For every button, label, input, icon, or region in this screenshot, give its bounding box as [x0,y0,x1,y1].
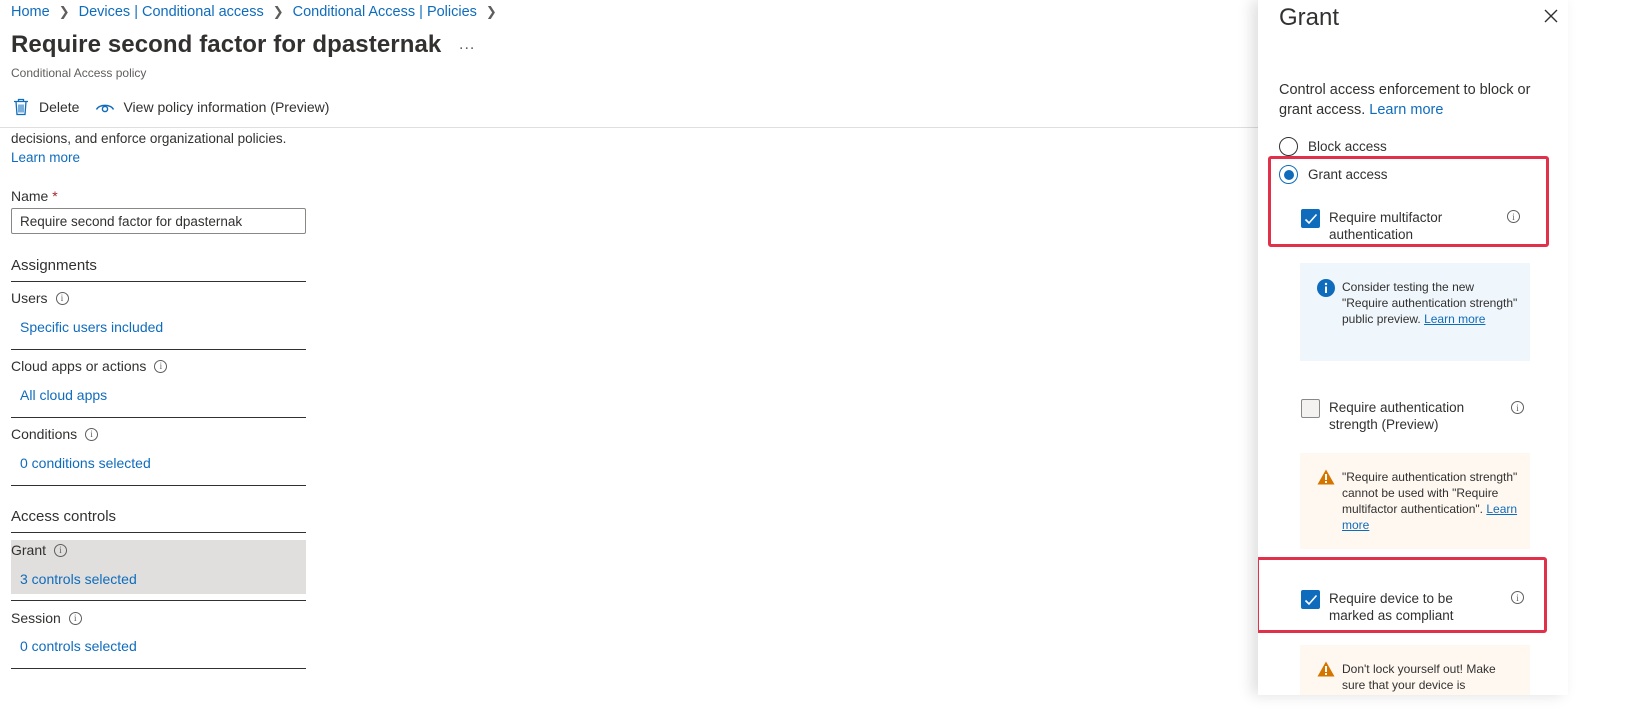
session-label: Session i [11,610,82,626]
delete-label: Delete [39,99,80,115]
auth-strength-warning-message: "Require authentication strength" cannot… [1300,453,1530,549]
cloud-apps-value-link[interactable]: All cloud apps [20,387,107,403]
command-bar: Delete View policy information (Preview) [11,97,345,117]
page-title: Require second factor for dpasternak [11,31,442,58]
conditions-label-text: Conditions [11,426,78,442]
conditions-label: Conditions i [11,426,99,442]
users-label-text: Users [11,290,48,306]
session-divider [11,668,306,669]
info-icon[interactable]: i [55,291,69,305]
cloud-apps-divider [11,417,306,418]
info-icon[interactable]: i [54,543,68,557]
eye-icon [95,97,115,117]
name-label-text: Name [11,188,49,204]
grant-panel-description: Control access enforcement to block or g… [1279,81,1549,120]
toolbar-divider [0,127,1258,128]
grant-learn-more-link[interactable]: Learn more [1369,102,1443,118]
conditions-value-link[interactable]: 0 conditions selected [20,455,151,471]
info-icon[interactable]: i [1511,401,1524,414]
name-field-label: Name * [11,188,58,204]
page-subtitle: Conditional Access policy [11,66,147,80]
grant-value-link[interactable]: 3 controls selected [20,571,137,587]
chevron-right-icon: ❯ [272,4,284,19]
warning-icon [1317,469,1335,487]
users-divider [11,349,306,350]
breadcrumb-conditional-access-policies[interactable]: Conditional Access | Policies [293,4,477,20]
grant-panel-title: Grant [1279,4,1340,31]
grant-label: Grant i [11,542,68,558]
auth-strength-info-message: Consider testing the new "Require authen… [1300,263,1530,361]
info-icon[interactable]: i [68,611,82,625]
info-filled-icon [1317,279,1335,297]
require-auth-strength-label: Require authentication strength (Preview… [1329,400,1465,432]
required-marker: * [52,188,58,204]
access-controls-heading: Access controls [11,508,117,525]
session-value-link[interactable]: 0 controls selected [20,638,137,654]
cloud-apps-label-text: Cloud apps or actions [11,358,147,374]
grant-divider [11,600,306,601]
delete-button[interactable]: Delete [11,97,79,117]
intro-text: decisions, and enforce organizational po… [11,131,287,146]
breadcrumb-home[interactable]: Home [11,4,50,20]
view-policy-info-label: View policy information (Preview) [123,99,330,115]
trash-icon [11,97,31,117]
more-options-button[interactable]: ... [459,36,475,54]
info-icon[interactable]: i [154,359,168,373]
require-auth-strength-option[interactable]: Require authentication strength (Preview… [1301,399,1499,433]
block-access-radio[interactable]: Block access [1279,137,1387,156]
info-icon[interactable]: i [85,427,99,441]
access-controls-divider [11,532,306,533]
conditions-divider [11,485,306,486]
block-access-label: Block access [1308,139,1387,154]
require-auth-strength-checkbox[interactable] [1301,399,1320,418]
highlight-box-mfa [1268,156,1549,247]
session-label-text: Session [11,610,61,626]
cloud-apps-label: Cloud apps or actions i [11,358,168,374]
grant-panel: Grant Control access enforcement to bloc… [1258,0,1568,695]
policy-name-input[interactable] [11,208,306,234]
view-policy-info-button[interactable]: View policy information (Preview) [95,97,329,117]
warning-icon [1317,661,1335,679]
assignments-divider [11,281,306,282]
breadcrumb-devices-conditional-access[interactable]: Devices | Conditional access [79,4,264,20]
grant-label-text: Grant [11,542,47,558]
chevron-right-icon: ❯ [485,4,497,19]
close-icon[interactable] [1543,8,1561,26]
lockout-warning-message: Don't lock yourself out! Make sure that … [1300,645,1530,695]
chevron-right-icon: ❯ [58,4,70,19]
info-message-learn-more[interactable]: Learn more [1424,312,1485,326]
breadcrumb: Home ❯ Devices | Conditional access ❯ Co… [11,4,506,20]
lockout-message-text: Don't lock yourself out! Make sure that … [1342,662,1496,692]
users-label: Users i [11,290,69,306]
assignments-heading: Assignments [11,257,97,274]
radio-button[interactable] [1279,137,1298,156]
highlight-box-compliant [1258,557,1547,633]
intro-learn-more-link[interactable]: Learn more [11,150,80,165]
users-value-link[interactable]: Specific users included [20,319,163,335]
